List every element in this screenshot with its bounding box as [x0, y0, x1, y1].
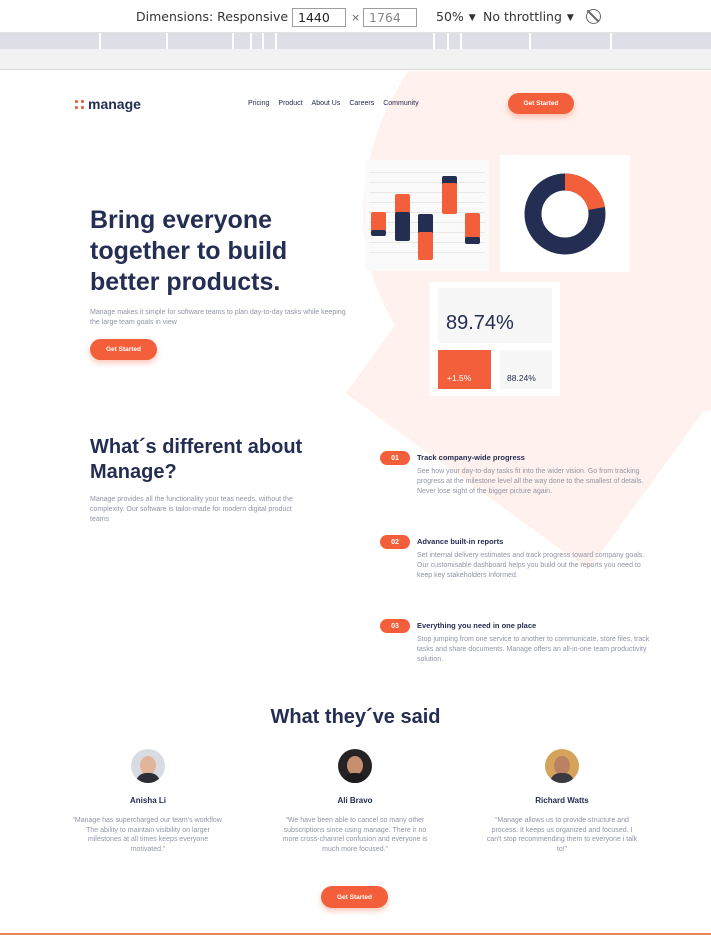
chevron-down-icon: ▼ — [468, 13, 476, 23]
chart-bar — [371, 230, 386, 236]
nav-item-pricing[interactable]: Pricing — [248, 100, 269, 107]
zoom-dropdown[interactable]: 50% ▼ — [436, 9, 476, 24]
logo-icon — [75, 99, 84, 109]
hero-title: Bring everyone together to build better … — [90, 206, 288, 296]
chart-bar — [371, 212, 386, 232]
testimonial-quote: “We have been able to cancel so many oth… — [282, 817, 428, 853]
avatar — [545, 749, 579, 783]
difference-subtitle: Manage provides all the functionality yo… — [90, 496, 293, 523]
throttle-label: No throttling — [483, 9, 562, 24]
dimensions-dropdown[interactable]: Dimensions: Responsive▼ — [136, 9, 300, 24]
throttle-dropdown[interactable]: No throttling ▼ — [483, 9, 574, 24]
chevron-down-icon: ▼ — [566, 13, 574, 23]
feature-title: Advance built-in reports — [417, 537, 504, 546]
testimonial-card: Ali Bravo “We have been able to cancel s… — [270, 749, 440, 854]
chart-bar — [418, 232, 433, 260]
feature-title: Track company-wide progress — [417, 453, 525, 462]
hero-get-started-button[interactable]: Get Started — [90, 339, 157, 360]
testimonial-quote: “Manage has supercharged our team’s work… — [72, 817, 224, 853]
testimonial-name: Ali Bravo — [337, 796, 373, 805]
stat-change-value: +1.5% — [438, 350, 491, 389]
nav-item-product[interactable]: Product — [278, 100, 302, 107]
testimonial-card: Richard Watts “Manage allows us to provi… — [477, 749, 647, 854]
feature-number: 02 — [380, 535, 410, 549]
donut-chart-card — [500, 155, 630, 272]
main-nav: Pricing Product About Us Careers Communi… — [248, 100, 419, 107]
testimonials-get-started-button[interactable]: Get Started — [321, 886, 388, 908]
nav-item-careers[interactable]: Careers — [349, 100, 374, 107]
chart-bar — [395, 212, 410, 241]
feature-description: Stop jumping from one service to another… — [417, 636, 650, 663]
bar-chart-card — [365, 160, 489, 271]
devtools-toolbar: Dimensions: Responsive▼ 1440 × 1764 50%▼… — [0, 0, 711, 33]
stat-main-value: 89.74% — [438, 288, 552, 343]
times-sign: × — [351, 11, 361, 24]
logo[interactable]: manage — [75, 96, 141, 112]
chart-bar — [442, 183, 457, 214]
nav-item-about-us[interactable]: About Us — [312, 100, 341, 107]
rotate-icon[interactable] — [586, 9, 601, 24]
chart-bar — [395, 194, 410, 214]
feature-title: Everything you need in one place — [417, 621, 537, 630]
avatar — [338, 749, 372, 783]
media-query-bar[interactable] — [0, 33, 711, 49]
testimonial-name: Anisha Li — [129, 796, 166, 805]
feature-number: 01 — [380, 451, 410, 465]
hero-subtitle: Manage makes it simple for software team… — [90, 309, 346, 326]
dimensions-label: Dimensions: Responsive — [136, 9, 289, 24]
height-input[interactable]: 1764 — [363, 8, 417, 27]
feature-description: See how your day-to-day tasks fit into t… — [417, 468, 644, 495]
width-input[interactable]: 1440 — [292, 8, 346, 27]
chart-bar — [465, 213, 480, 239]
testimonial-quote: “Manage allows us to provide structure a… — [486, 817, 638, 853]
difference-title: What´s different about Manage? — [90, 436, 303, 483]
ruler — [0, 49, 711, 70]
header-get-started-button[interactable]: Get Started — [508, 93, 574, 114]
page-viewport: manage Pricing Product About Us Careers … — [0, 71, 711, 935]
zoom-label: 50% — [436, 9, 464, 24]
feature-description: Set internal delivery estimates and trac… — [417, 552, 645, 579]
chart-bar — [465, 237, 480, 244]
testimonial-card: Anisha Li “Manage has supercharged our t… — [63, 749, 233, 854]
testimonials-title: What they´ve said — [270, 706, 441, 728]
testimonial-name: Richard Watts — [535, 796, 589, 805]
logo-text: manage — [88, 96, 141, 112]
nav-item-community[interactable]: Community — [383, 100, 418, 107]
avatar — [131, 749, 165, 783]
stat-secondary-value: 88.24% — [500, 350, 552, 389]
donut-chart — [524, 173, 606, 255]
feature-number: 03 — [380, 619, 410, 633]
